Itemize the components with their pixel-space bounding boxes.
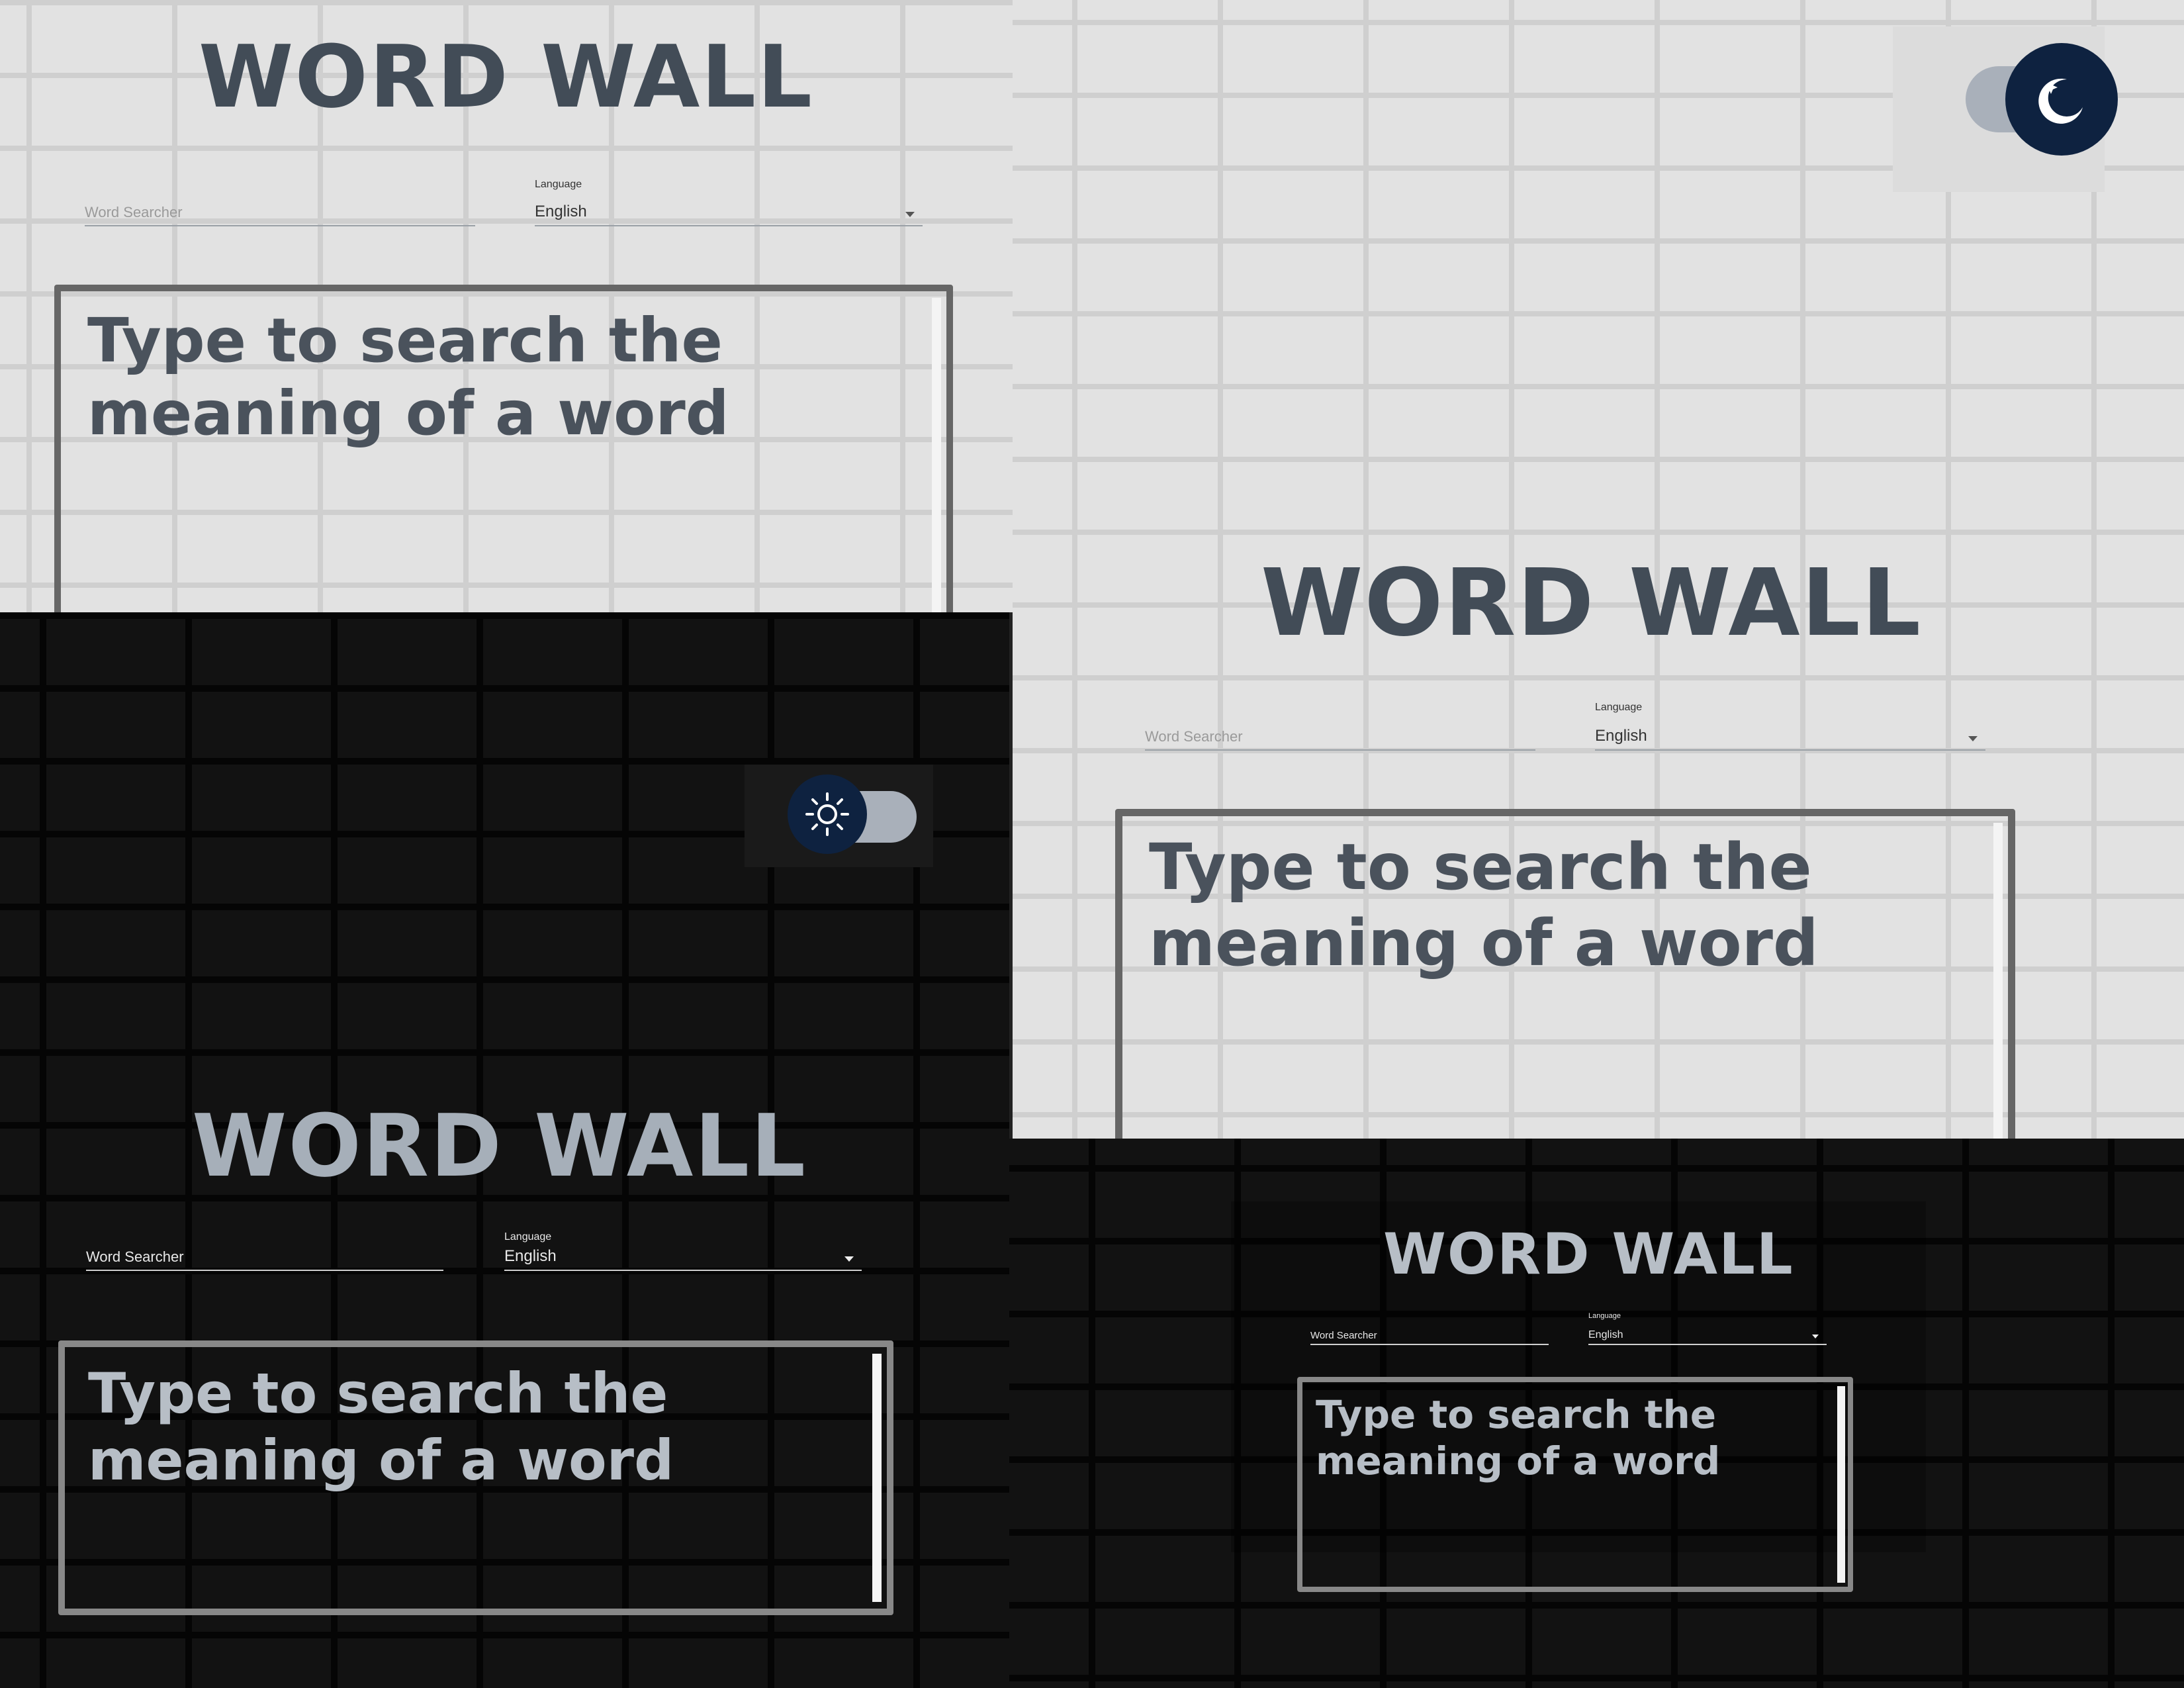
result-prompt: Type to search the meaning of a word bbox=[1316, 1392, 1720, 1484]
chevron-down-icon bbox=[1968, 736, 1978, 741]
language-label: Language bbox=[1588, 1312, 1621, 1320]
result-box[interactable]: Type to search the meaning of a word bbox=[58, 1340, 893, 1615]
result-prompt-line-2: meaning of a word bbox=[1149, 906, 1819, 981]
language-select[interactable]: Language English bbox=[1595, 702, 1985, 751]
result-prompt-line-1: Type to search the bbox=[87, 305, 723, 376]
language-select[interactable]: Language English bbox=[504, 1231, 862, 1271]
dark-theme-view-2: WORD WALL Word Searcher Language English… bbox=[1009, 1139, 2184, 1688]
result-prompt-line-2: meaning of a word bbox=[87, 378, 729, 449]
word-search-placeholder: Word Searcher bbox=[1310, 1330, 1377, 1341]
language-value: English bbox=[1588, 1329, 1623, 1340]
result-scrollbar[interactable] bbox=[932, 298, 941, 612]
theme-toggle-knob bbox=[2005, 43, 2118, 156]
chevron-down-icon bbox=[844, 1256, 854, 1262]
word-search-input[interactable]: Word Searcher bbox=[1310, 1317, 1549, 1345]
page-title: WORD WALL bbox=[192, 1096, 807, 1196]
result-prompt: Type to search the meaning of a word bbox=[87, 305, 729, 451]
word-search-input[interactable]: Word Searcher bbox=[1145, 702, 1535, 751]
language-value: English bbox=[1595, 727, 1647, 745]
sun-icon bbox=[805, 792, 849, 836]
result-prompt-line-1: Type to search the bbox=[1149, 830, 1812, 904]
result-prompt: Type to search the meaning of a word bbox=[1149, 829, 1819, 982]
result-prompt-line-1: Type to search the bbox=[88, 1361, 668, 1426]
word-search-input[interactable]: Word Searcher bbox=[86, 1231, 443, 1271]
chevron-down-icon bbox=[1812, 1335, 1819, 1338]
result-prompt: Type to search the meaning of a word bbox=[88, 1360, 674, 1494]
language-label: Language bbox=[535, 179, 582, 190]
result-box[interactable]: Type to search the meaning of a word bbox=[54, 285, 953, 612]
theme-toggle[interactable] bbox=[745, 765, 933, 867]
word-search-placeholder: Word Searcher bbox=[85, 204, 183, 220]
result-prompt-line-2: meaning of a word bbox=[88, 1427, 674, 1493]
chevron-down-icon bbox=[905, 212, 915, 217]
moon-stars-icon bbox=[2038, 78, 2083, 124]
language-select[interactable]: Language English bbox=[1588, 1312, 1827, 1345]
result-scrollbar[interactable] bbox=[872, 1354, 882, 1602]
result-prompt-line-1: Type to search the bbox=[1316, 1392, 1717, 1437]
result-box[interactable]: Type to search the meaning of a word bbox=[1297, 1377, 1853, 1592]
language-value: English bbox=[504, 1247, 557, 1265]
result-scrollbar[interactable] bbox=[1993, 823, 2003, 1139]
language-label: Language bbox=[1595, 702, 1643, 713]
theme-toggle[interactable] bbox=[1893, 26, 2118, 192]
word-search-input[interactable]: Word Searcher bbox=[85, 179, 475, 226]
page-title: WORD WALL bbox=[1383, 1221, 1794, 1288]
dark-theme-view-1: WORD WALL Word Searcher Language English… bbox=[0, 612, 1009, 1688]
language-label: Language bbox=[504, 1231, 552, 1243]
light-theme-view-2: WORD WALL Word Searcher Language English… bbox=[1013, 0, 2184, 1139]
result-scrollbar[interactable] bbox=[1837, 1386, 1845, 1583]
page-title: WORD WALL bbox=[199, 26, 814, 127]
result-box[interactable]: Type to search the meaning of a word bbox=[1115, 809, 2015, 1139]
theme-toggle-knob bbox=[788, 774, 867, 854]
inner-window: WORD WALL Word Searcher Language English… bbox=[1231, 1201, 1926, 1592]
result-prompt-line-2: meaning of a word bbox=[1316, 1438, 1721, 1483]
page-title: WORD WALL bbox=[1261, 549, 1923, 657]
word-search-placeholder: Word Searcher bbox=[86, 1248, 184, 1265]
language-value: English bbox=[535, 203, 587, 220]
language-select[interactable]: Language English bbox=[535, 179, 923, 226]
word-search-placeholder: Word Searcher bbox=[1145, 728, 1243, 745]
light-theme-view-1: WORD WALL Word Searcher Language English… bbox=[0, 0, 1013, 612]
